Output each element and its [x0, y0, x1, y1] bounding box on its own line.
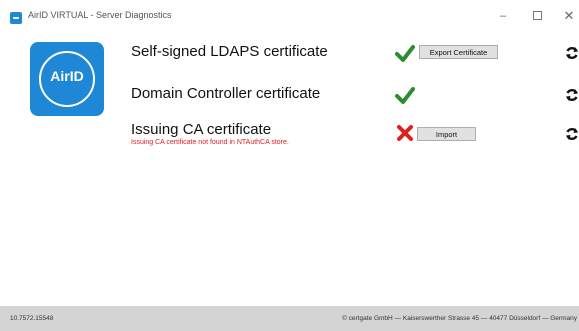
version-text: 10.7572.15548 — [10, 315, 54, 322]
dc-cert-label: Domain Controller certificate — [131, 85, 321, 102]
status-footer: 10.7572.15548 © certgate GmbH — Kaisersw… — [0, 306, 579, 331]
close-button[interactable]: ✕ — [560, 8, 578, 24]
check-icon — [395, 87, 415, 104]
window-title: AirID VIRTUAL - Server Diagnostics — [28, 10, 172, 20]
maximize-button[interactable] — [528, 8, 546, 24]
cross-icon — [397, 125, 413, 141]
maximize-icon — [532, 10, 542, 20]
refresh-icon[interactable] — [565, 46, 579, 60]
refresh-icon[interactable] — [565, 127, 579, 141]
logo-text: AirID — [50, 68, 84, 84]
ldaps-cert-label: Self-signed LDAPS certificate — [131, 43, 328, 60]
error-message: Issuing CA certificate not found in NTAu… — [131, 139, 289, 146]
refresh-icon[interactable] — [565, 88, 579, 102]
issuing-ca-label: Issuing CA certificate — [131, 121, 272, 138]
check-icon — [395, 45, 415, 62]
copyright-text: © certgate GmbH — Kaiserswerther Strasse… — [342, 315, 577, 322]
import-button[interactable]: Import — [417, 127, 476, 141]
app-icon — [10, 12, 22, 24]
export-certificate-button[interactable]: Export Certificate — [419, 45, 498, 59]
minimize-button[interactable]: – — [494, 8, 512, 24]
title-bar: AirID VIRTUAL - Server Diagnostics – ✕ — [0, 0, 579, 34]
airid-logo: AirID — [30, 42, 104, 116]
